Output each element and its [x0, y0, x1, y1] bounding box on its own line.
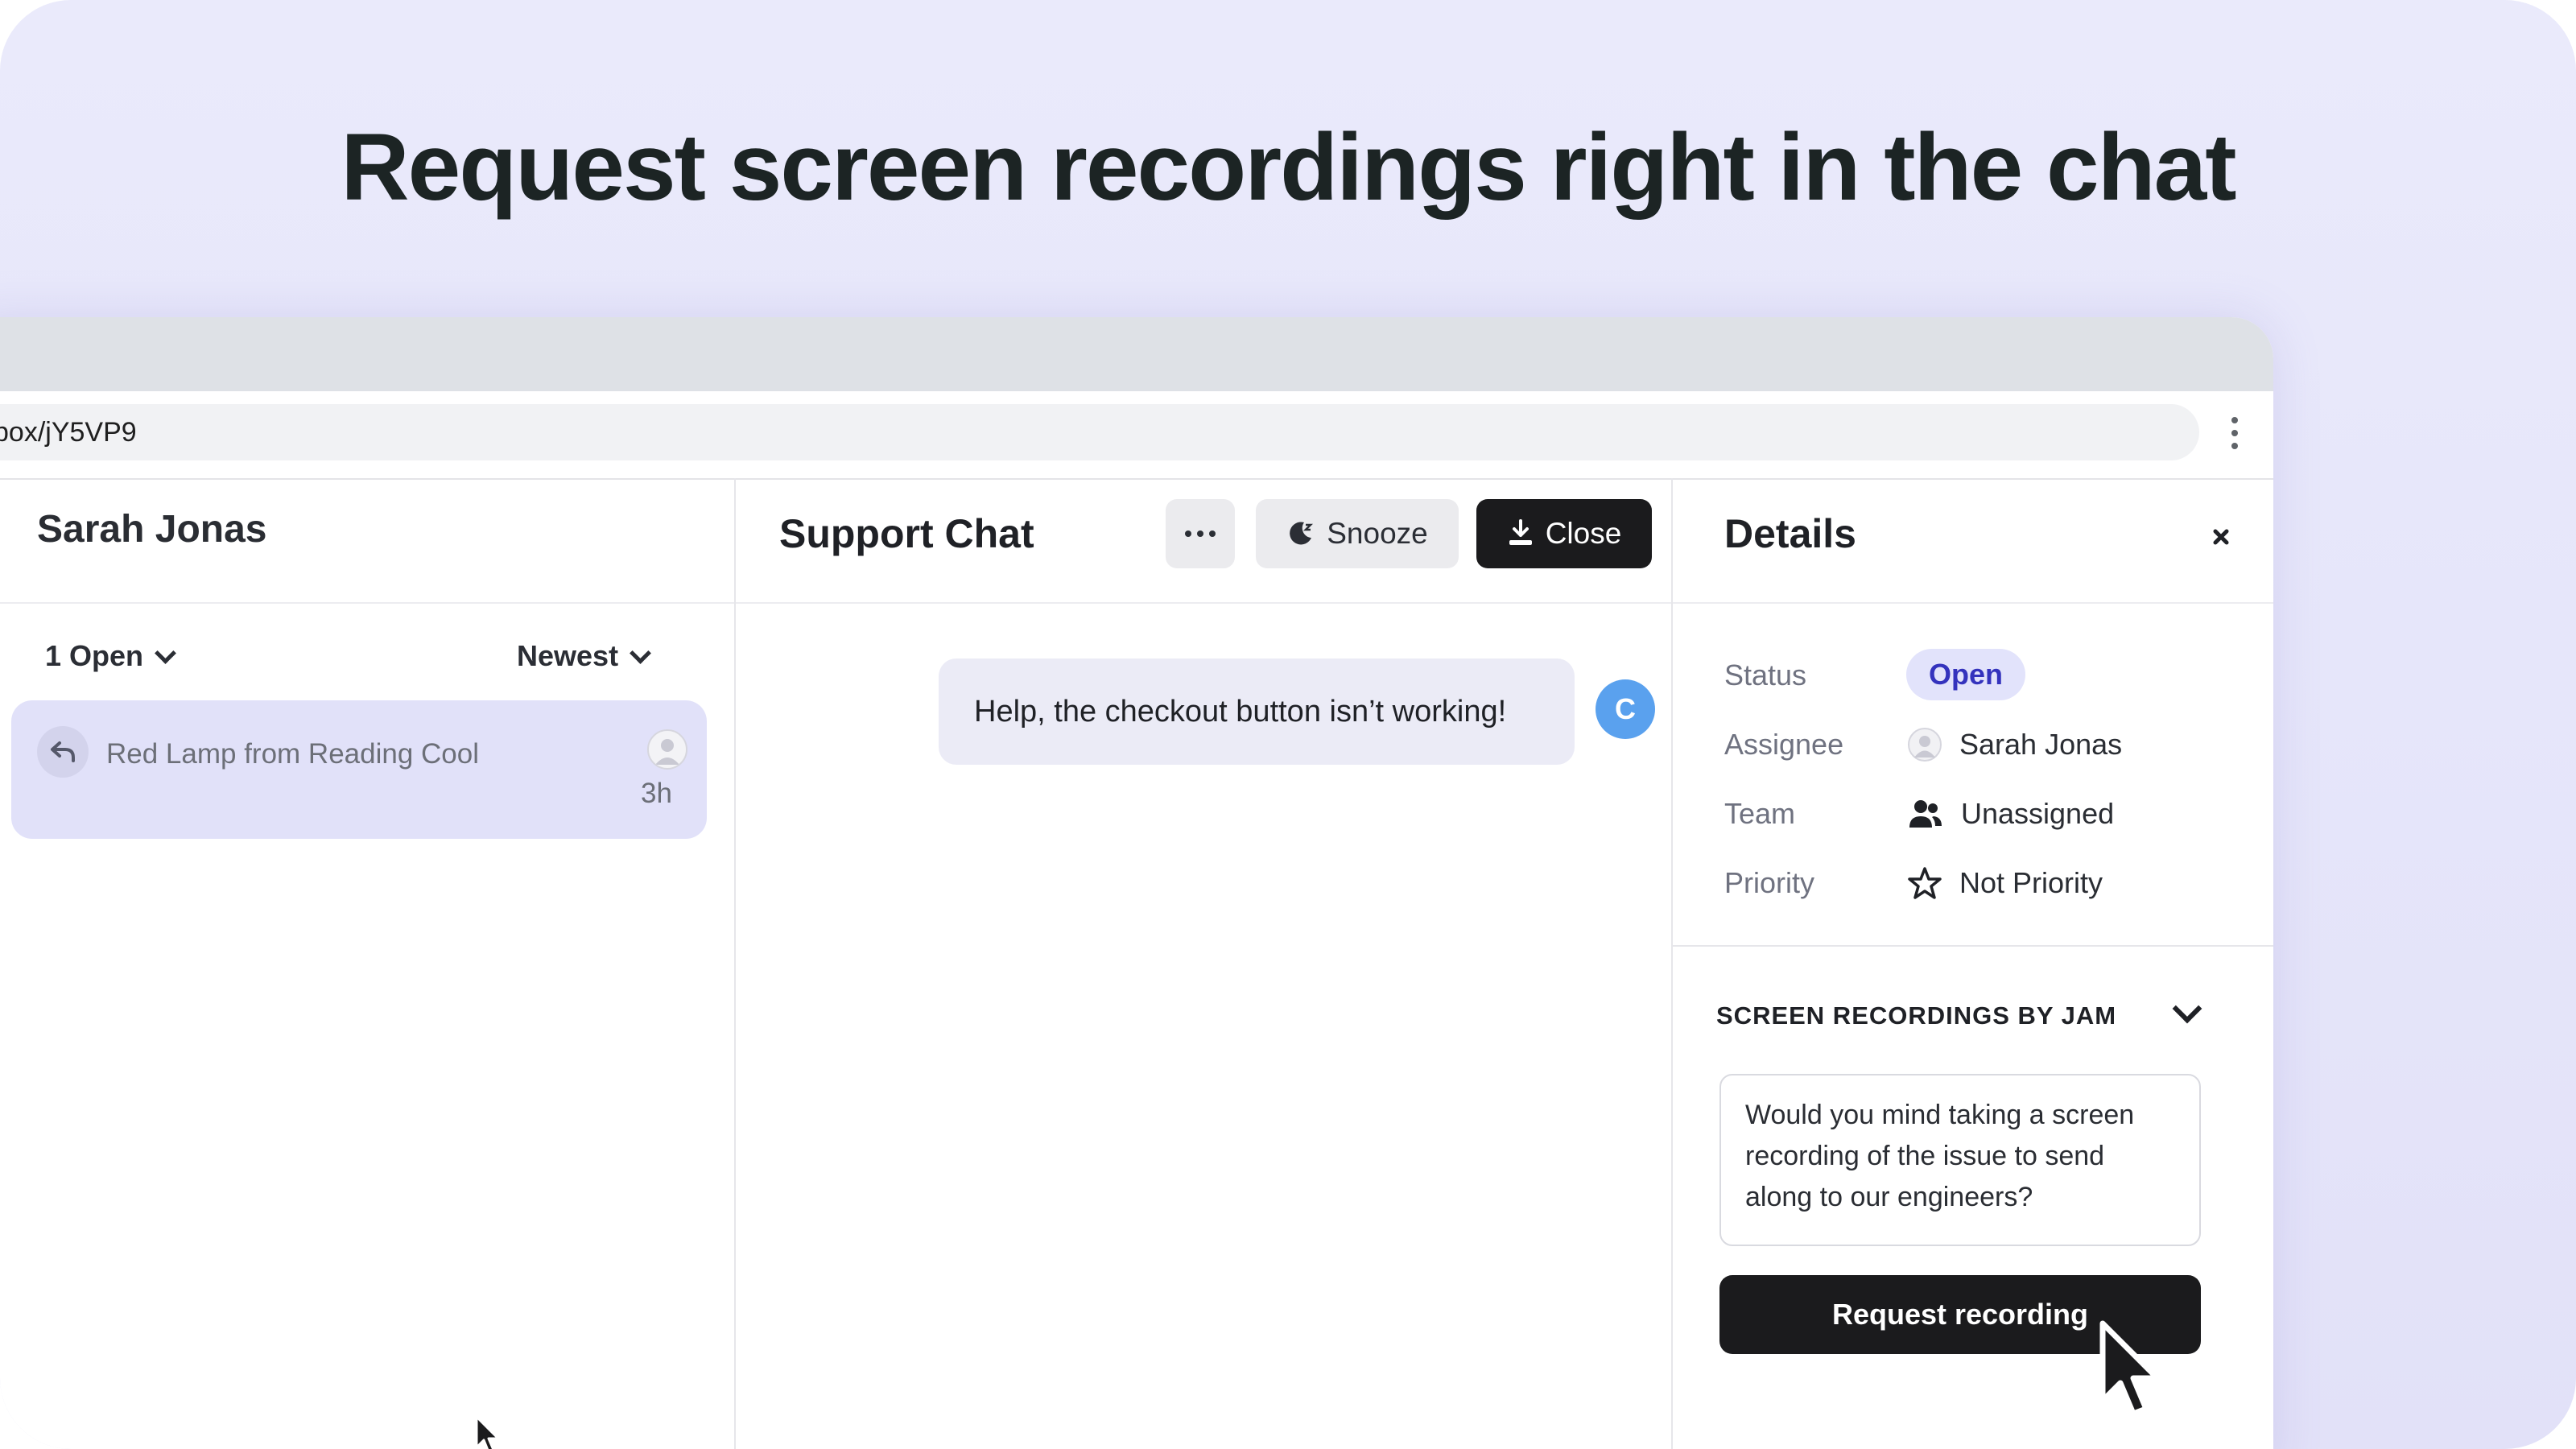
- user-avatar-icon: [647, 729, 687, 770]
- address-bar[interactable]: box/jY5VP9: [0, 404, 2199, 460]
- assignee-label: Assignee: [1724, 728, 1844, 761]
- browser-toolbar: box/jY5VP9: [0, 391, 2273, 480]
- chat-message-bubble: Help, the checkout button isn’t working!: [939, 658, 1575, 765]
- close-icon[interactable]: [2204, 520, 2238, 554]
- hero-frame: Request screen recordings right in the c…: [0, 0, 2576, 1449]
- inbox-header: Sarah Jonas: [0, 478, 734, 604]
- close-label: Close: [1545, 517, 1622, 550]
- chat-panel: Support Chat Snooze Close Help, the chec…: [736, 478, 1673, 1449]
- priority-value: Not Priority: [1908, 866, 2103, 900]
- priority-label: Priority: [1724, 866, 1815, 899]
- chevron-down-icon: [630, 642, 651, 664]
- team-icon: [1909, 800, 1942, 828]
- recording-request-message[interactable]: Would you mind taking a screen recording…: [1719, 1074, 2201, 1246]
- team-name: Unassigned: [1961, 797, 2115, 830]
- status-row: Status Open: [1724, 649, 2240, 700]
- inbox-panel: Sarah Jonas 1 Open Newest Red Lamp from …: [0, 478, 736, 1449]
- customer-avatar: C: [1596, 679, 1655, 739]
- snooze-label: Snooze: [1327, 517, 1428, 550]
- priority-name: Not Priority: [1959, 866, 2103, 899]
- chevron-down-icon: [155, 642, 176, 664]
- team-value: Unassigned: [1908, 797, 2114, 831]
- more-options-button[interactable]: [1166, 499, 1235, 568]
- status-label: Status: [1724, 658, 1807, 691]
- chat-header: Support Chat Snooze Close: [736, 478, 1671, 604]
- star-icon: [1908, 867, 1942, 899]
- recordings-section-title[interactable]: SCREEN RECORDINGS BY JAM: [1716, 1001, 2116, 1030]
- details-title: Details: [1724, 511, 1856, 556]
- chevron-down-icon[interactable]: [2172, 993, 2202, 1024]
- details-header: Details: [1673, 478, 2273, 604]
- assignee-row[interactable]: Assignee Sarah Jonas: [1724, 721, 2240, 770]
- conversation-time: 3h: [641, 778, 672, 809]
- headline: Request screen recordings right in the c…: [341, 114, 2236, 221]
- chat-title: Support Chat: [779, 511, 1034, 556]
- assignee-value: Sarah Jonas: [1908, 728, 2122, 762]
- browser-tab-bar: [0, 317, 2273, 391]
- status-filter-dropdown[interactable]: 1 Open: [45, 639, 176, 673]
- kebab-menu-icon[interactable]: [2225, 409, 2244, 457]
- reply-icon: [37, 726, 89, 778]
- close-conversation-button[interactable]: Close: [1476, 499, 1652, 568]
- status-filter-label: 1 Open: [45, 639, 144, 672]
- cursor-icon: [473, 1415, 501, 1449]
- more-dots-icon: [1185, 530, 1216, 537]
- inbox-title: Sarah Jonas: [37, 508, 267, 551]
- conversation-list-item[interactable]: Red Lamp from Reading Cool 3h: [11, 700, 707, 839]
- team-row[interactable]: Team Unassigned: [1724, 791, 2240, 839]
- conversation-title: Red Lamp from Reading Cool: [106, 738, 480, 770]
- details-panel: Details Status Open Assignee Sarah Jonas…: [1673, 478, 2273, 1449]
- browser-window: box/jY5VP9 Sarah Jonas 1 Open Newest Red…: [0, 317, 2273, 1449]
- sort-label: Newest: [517, 639, 619, 672]
- team-label: Team: [1724, 797, 1796, 830]
- cursor-icon: [2096, 1320, 2170, 1427]
- user-avatar-icon: [1908, 728, 1942, 762]
- priority-row[interactable]: Priority Not Priority: [1724, 860, 2240, 908]
- status-badge[interactable]: Open: [1906, 649, 2026, 700]
- close-download-icon: [1509, 519, 1532, 545]
- snooze-button[interactable]: Snooze: [1256, 499, 1459, 568]
- sort-dropdown[interactable]: Newest: [517, 639, 651, 673]
- details-divider: [1673, 945, 2273, 947]
- support-app: Sarah Jonas 1 Open Newest Red Lamp from …: [0, 478, 2273, 1449]
- moon-icon: [1290, 522, 1314, 545]
- assignee-name: Sarah Jonas: [1959, 728, 2123, 761]
